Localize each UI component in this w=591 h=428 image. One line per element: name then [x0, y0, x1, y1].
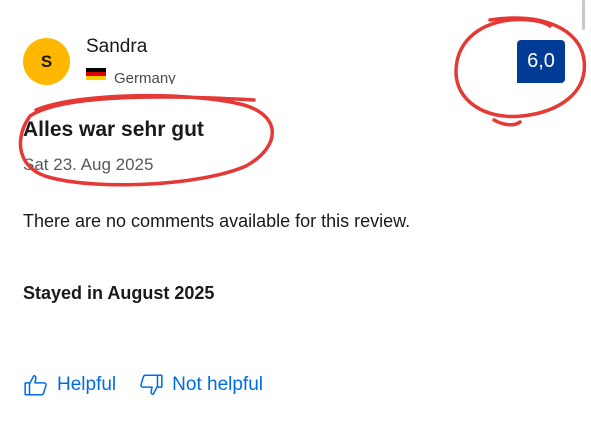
review-date: Sat 23. Aug 2025	[23, 155, 154, 174]
thumbs-down-icon	[138, 372, 164, 398]
country-name: Germany	[114, 69, 176, 85]
score-badge: 6,0	[517, 40, 565, 83]
avatar-initial: S	[40, 51, 53, 71]
germany-flag-icon	[86, 67, 106, 81]
scrollbar[interactable]	[582, 0, 585, 30]
feedback-row: Helpful Not helpful	[23, 372, 263, 398]
reviewer-country: Germany	[86, 64, 176, 84]
avatar: S	[23, 38, 70, 85]
reviewer-name: Sandra	[86, 36, 148, 57]
not-helpful-label: Not helpful	[172, 374, 263, 395]
stay-date: Stayed in August 2025	[23, 283, 215, 303]
not-helpful-button[interactable]: Not helpful	[138, 372, 263, 398]
helpful-label: Helpful	[57, 374, 117, 395]
review-title: Alles war sehr gut	[23, 118, 204, 141]
review-comment: There are no comments available for this…	[23, 211, 411, 231]
helpful-button[interactable]: Helpful	[23, 372, 116, 398]
thumbs-up-icon	[23, 372, 49, 398]
